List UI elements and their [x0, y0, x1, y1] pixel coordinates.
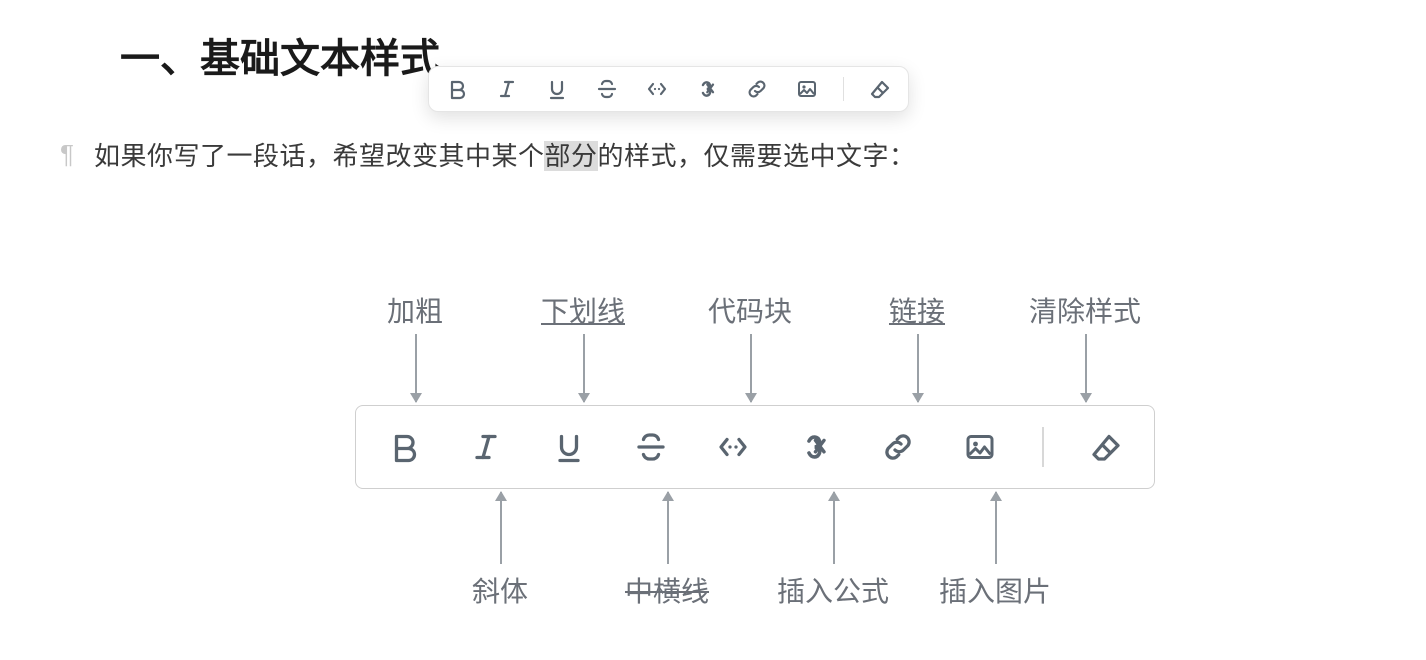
- toolbar-diagram: 加粗 下划线 代码块 链接 清除样式 斜体 中横线 插入公式 插入图片: [355, 290, 1155, 640]
- link-button[interactable]: [743, 75, 771, 103]
- formula-button[interactable]: [693, 75, 721, 103]
- arrow-up-icon: [995, 492, 997, 564]
- formula-icon: [795, 427, 835, 467]
- image-icon: [960, 427, 1000, 467]
- label-clear: 清除样式: [1029, 290, 1141, 330]
- label-formula: 插入公式: [777, 570, 889, 610]
- label-underline: 下划线: [541, 290, 625, 330]
- arrow-down-icon: [583, 334, 585, 402]
- floating-format-toolbar: [428, 66, 909, 112]
- label-italic: 斜体: [472, 570, 528, 610]
- arrow-down-icon: [415, 334, 417, 402]
- image-button[interactable]: [793, 75, 821, 103]
- diagram-toolbar: [355, 405, 1155, 489]
- arrow-up-icon: [667, 492, 669, 564]
- arrow-up-icon: [833, 492, 835, 564]
- link-icon: [878, 427, 918, 467]
- arrow-down-icon: [917, 334, 919, 402]
- eraser-icon: [1086, 427, 1126, 467]
- section-heading: 一、基础文本样式: [120, 26, 440, 84]
- strikethrough-icon: [631, 427, 671, 467]
- selected-text: 部分: [544, 141, 597, 171]
- italic-icon: [466, 427, 506, 467]
- code-button[interactable]: [643, 75, 671, 103]
- toolbar-separator: [843, 77, 844, 101]
- code-icon: [713, 427, 753, 467]
- label-image: 插入图片: [939, 570, 1051, 610]
- italic-button[interactable]: [493, 75, 521, 103]
- pilcrow-icon: ¶: [60, 139, 74, 170]
- clear-format-button[interactable]: [866, 75, 894, 103]
- bold-button[interactable]: [443, 75, 471, 103]
- strikethrough-button[interactable]: [593, 75, 621, 103]
- toolbar-separator: [1042, 427, 1044, 467]
- arrow-down-icon: [750, 334, 752, 402]
- label-code: 代码块: [708, 290, 792, 330]
- label-bold: 加粗: [387, 290, 443, 330]
- paragraph-text[interactable]: 如果你写了一段话，希望改变其中某个部分的样式，仅需要选中文字：: [94, 136, 916, 173]
- underline-icon: [549, 427, 589, 467]
- underline-button[interactable]: [543, 75, 571, 103]
- label-strikethrough: 中横线: [625, 570, 709, 610]
- label-link: 链接: [889, 290, 945, 330]
- bold-icon: [384, 427, 424, 467]
- paragraph-row: ¶ 如果你写了一段话，希望改变其中某个部分的样式，仅需要选中文字：: [60, 136, 916, 173]
- arrow-up-icon: [500, 492, 502, 564]
- arrow-down-icon: [1085, 334, 1087, 402]
